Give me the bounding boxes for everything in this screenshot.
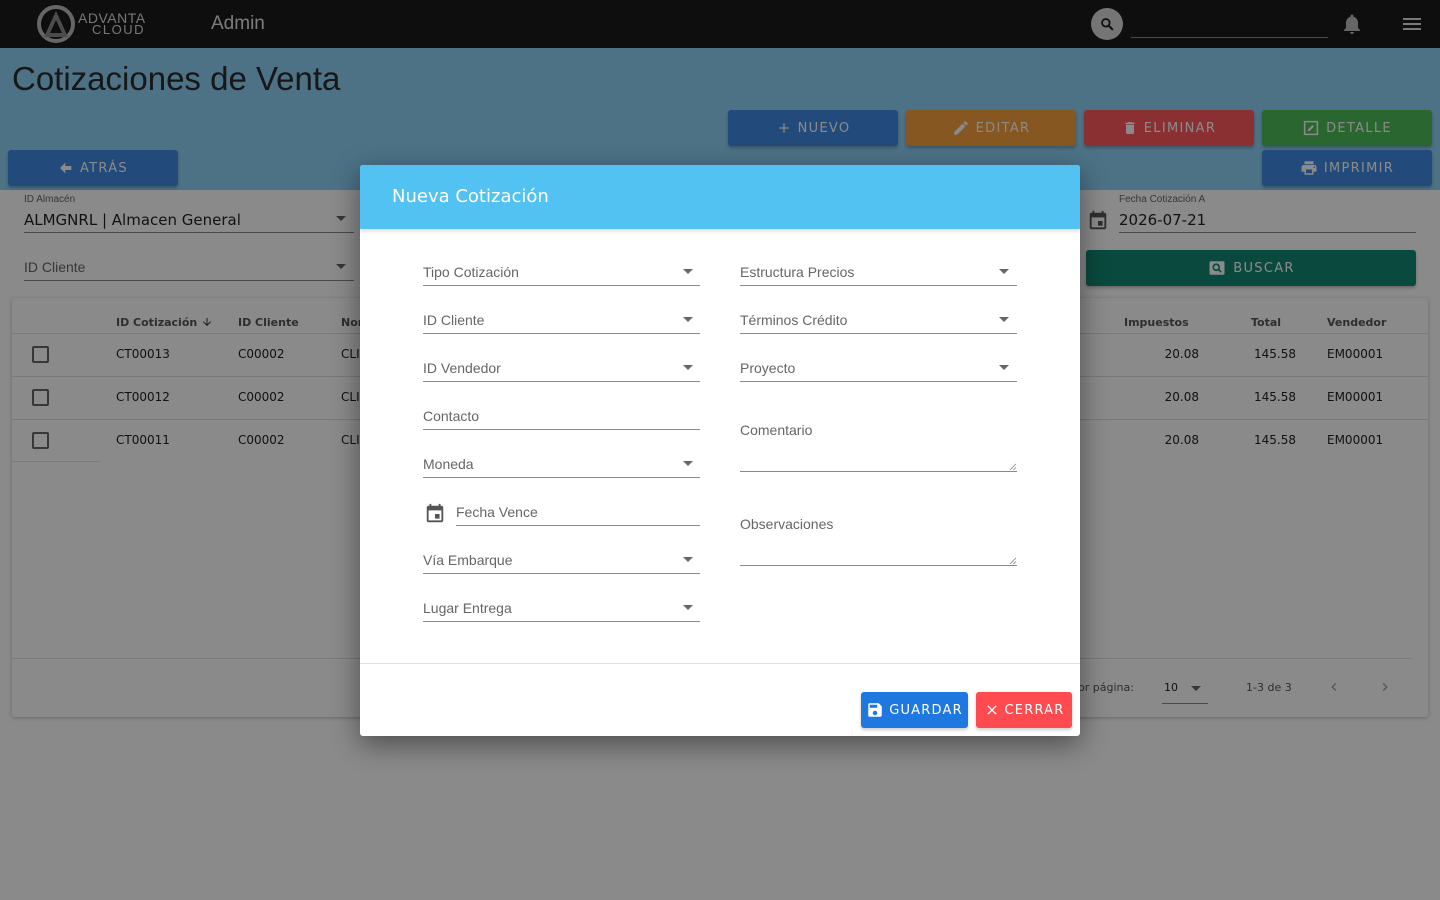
contact-underline (423, 429, 700, 430)
project-underline (740, 381, 1017, 382)
dialog-title: Nueva Cotización (392, 186, 549, 207)
seller-id-underline (423, 381, 700, 382)
comment-textarea[interactable]: Comentario (740, 422, 812, 438)
credit-terms-underline (740, 333, 1017, 334)
shipping-method-underline (423, 573, 700, 574)
comment-underline (740, 471, 1017, 472)
delivery-place-underline (423, 621, 700, 622)
project-dropdown-icon[interactable] (999, 365, 1009, 370)
delivery-place-field[interactable]: Lugar Entrega (423, 600, 512, 616)
save-button[interactable]: GUARDAR (861, 692, 968, 728)
due-date-underline (456, 525, 700, 526)
dialog-footer-divider (360, 663, 1080, 664)
price-structure-field[interactable]: Estructura Precios (740, 264, 854, 280)
resize-handle-icon[interactable] (1009, 557, 1016, 564)
resize-handle-icon[interactable] (1009, 463, 1016, 470)
credit-terms-field[interactable]: Términos Crédito (740, 312, 847, 328)
currency-field[interactable]: Moneda (423, 456, 474, 472)
price-structure-underline (740, 285, 1017, 286)
floppy-disk-icon (868, 703, 882, 717)
contact-field[interactable]: Contacto (423, 408, 479, 424)
close-icon (986, 705, 997, 715)
save-button-label: GUARDAR (889, 702, 963, 718)
close-button-label: CERRAR (1004, 702, 1065, 718)
client-id-underline (423, 333, 700, 334)
calendar-icon[interactable] (424, 503, 446, 525)
delivery-place-dropdown-icon[interactable] (683, 605, 693, 610)
seller-id-dropdown-icon[interactable] (683, 365, 693, 370)
quote-type-underline (423, 285, 700, 286)
quote-type-field[interactable]: Tipo Cotización (423, 264, 519, 280)
currency-underline (423, 477, 700, 478)
seller-id-field[interactable]: ID Vendedor (423, 360, 501, 376)
new-quote-dialog: Nueva Cotización Tipo Cotización ID Clie… (360, 165, 1080, 736)
price-structure-dropdown-icon[interactable] (999, 269, 1009, 274)
observations-textarea[interactable]: Observaciones (740, 516, 833, 532)
dialog-header: Nueva Cotización (360, 165, 1080, 229)
close-button[interactable]: CERRAR (976, 692, 1072, 728)
client-id-field[interactable]: ID Cliente (423, 312, 484, 328)
client-id-dropdown-icon[interactable] (683, 317, 693, 322)
credit-terms-dropdown-icon[interactable] (999, 317, 1009, 322)
currency-dropdown-icon[interactable] (683, 461, 693, 466)
project-field[interactable]: Proyecto (740, 360, 795, 376)
due-date-field[interactable]: Fecha Vence (456, 504, 538, 520)
observations-underline (740, 565, 1017, 566)
shipping-method-dropdown-icon[interactable] (683, 557, 693, 562)
quote-type-dropdown-icon[interactable] (683, 269, 693, 274)
shipping-method-field[interactable]: Vía Embarque (423, 552, 513, 568)
